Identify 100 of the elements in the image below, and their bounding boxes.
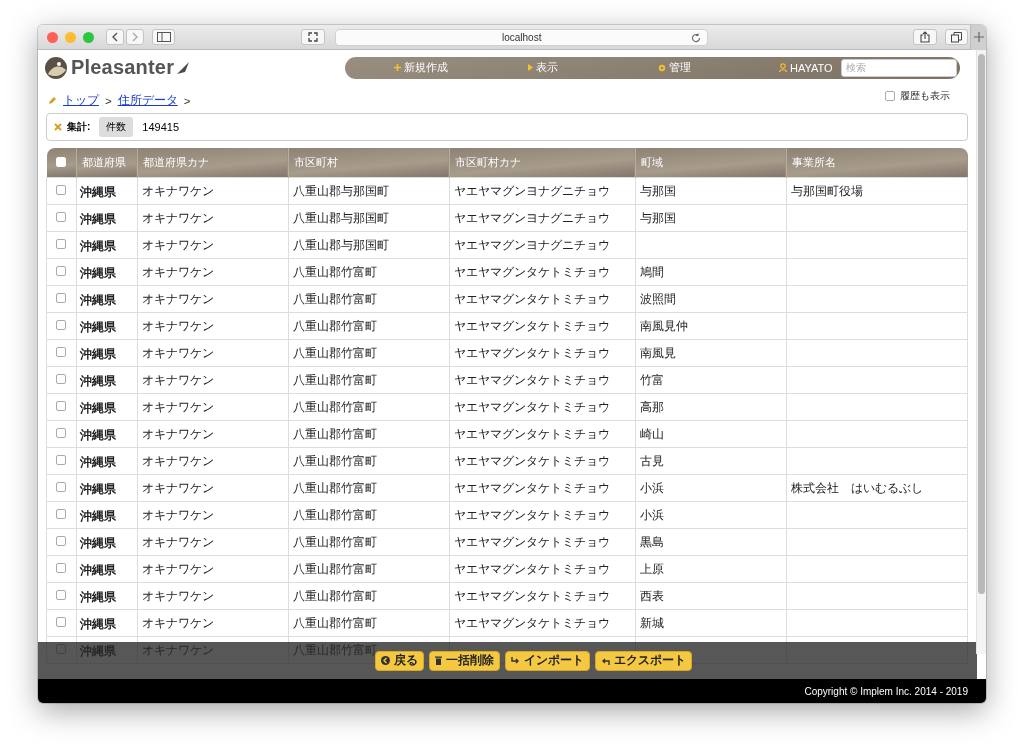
table-cell: 八重山郡竹富町 — [288, 258, 449, 286]
sidebar-button[interactable] — [152, 29, 176, 45]
column-header[interactable]: 事業所名 — [786, 148, 968, 178]
table-cell: 南風見 — [635, 339, 786, 367]
table-cell: オキナワケン — [137, 609, 288, 637]
table-cell: 沖縄県 — [76, 312, 137, 340]
table-cell: 沖縄県 — [76, 420, 137, 448]
table-cell: 沖縄県 — [76, 177, 137, 205]
row-checkbox[interactable] — [56, 239, 67, 249]
logo-text[interactable]: Pleasanter — [71, 56, 175, 79]
row-checkbox[interactable] — [56, 374, 67, 384]
nav-menu-item[interactable]: 管理 — [658, 60, 691, 75]
row-checkbox[interactable] — [56, 617, 67, 627]
share-button[interactable] — [913, 29, 937, 45]
table-cell: オキナワケン — [137, 474, 288, 502]
action-button[interactable]: 一括削除 — [429, 650, 500, 671]
table-cell: ヤエヤマグンタケトミチョウ — [449, 393, 635, 421]
breadcrumb-separator: > — [105, 94, 112, 107]
zoom-icon[interactable] — [83, 31, 94, 43]
table-cell: 新城 — [635, 609, 786, 637]
breadcrumb-link[interactable]: トップ — [63, 93, 99, 108]
table-cell: 沖縄県 — [76, 231, 137, 259]
table-cell: 沖縄県 — [76, 393, 137, 421]
row-checkbox[interactable] — [56, 482, 67, 492]
close-icon[interactable] — [47, 31, 58, 43]
action-button[interactable]: 戻る — [375, 650, 424, 671]
scrollbar-thumb[interactable] — [978, 54, 985, 594]
back-button[interactable] — [106, 29, 124, 45]
tabs-icon — [951, 31, 963, 43]
table-cell: 沖縄県 — [76, 447, 137, 475]
action-button[interactable]: インポート — [505, 650, 590, 671]
column-header[interactable]: 都道府県カナ — [137, 148, 288, 178]
table-cell: 与那国町役場 — [786, 177, 968, 205]
table-cell: 八重山郡竹富町 — [288, 366, 449, 394]
fullscreen-button[interactable] — [301, 29, 325, 45]
table-cell: 八重山郡竹富町 — [288, 609, 449, 637]
count-chip: 件数 — [99, 117, 134, 137]
table-cell: 古見 — [635, 447, 786, 475]
search-field[interactable]: 検索 — [841, 58, 957, 77]
chevron-right-icon — [131, 32, 139, 42]
table-cell: 波照間 — [635, 285, 786, 313]
table-cell: 沖縄県 — [76, 339, 137, 367]
table-cell: ヤエヤマグンタケトミチョウ — [449, 312, 635, 340]
column-header[interactable]: 市区町村カナ — [449, 148, 635, 178]
breadcrumb-link[interactable]: 住所データ — [117, 93, 178, 108]
arrows-icon — [308, 32, 319, 42]
table-cell: オキナワケン — [137, 204, 288, 232]
row-checkbox[interactable] — [56, 563, 67, 573]
row-checkbox[interactable] — [56, 401, 67, 411]
row-checkbox[interactable] — [56, 185, 67, 195]
row-checkbox[interactable] — [56, 536, 67, 546]
table-cell: オキナワケン — [137, 501, 288, 529]
arrow-icon — [511, 656, 520, 665]
table-cell: 八重山郡竹富町 — [288, 501, 449, 529]
table-cell: オキナワケン — [137, 420, 288, 448]
table-cell: オキナワケン — [137, 339, 288, 367]
column-header[interactable]: 市区町村 — [288, 148, 449, 178]
table-cell: 沖縄県 — [76, 582, 137, 610]
table-cell: オキナワケン — [137, 528, 288, 556]
history-label: 履歴も表示 — [900, 89, 950, 103]
table-cell: 崎山 — [635, 420, 786, 448]
row-checkbox[interactable] — [56, 266, 67, 276]
table-cell: ヤエヤマグンタケトミチョウ — [449, 447, 635, 475]
row-checkbox[interactable] — [56, 509, 67, 519]
table-cell: オキナワケン — [137, 447, 288, 475]
nav-menu-item[interactable]: 表示 — [528, 60, 558, 75]
table-cell: オキナワケン — [137, 177, 288, 205]
table-cell: 沖縄県 — [76, 501, 137, 529]
history-checkbox[interactable] — [885, 91, 895, 101]
reload-icon[interactable] — [691, 32, 702, 43]
table-cell: 与那国 — [635, 177, 786, 205]
table-cell: 八重山郡竹富町 — [288, 447, 449, 475]
nav-menu-item[interactable]: HAYATO — [779, 61, 833, 74]
table-cell: 沖縄県 — [76, 204, 137, 232]
action-button[interactable]: エクスポート — [595, 650, 692, 671]
select-all-checkbox[interactable] — [56, 156, 66, 167]
nav-menu-item[interactable]: 新規作成 — [394, 60, 448, 75]
table-cell: 沖縄県 — [76, 285, 137, 313]
table-cell: ヤエヤマグンタケトミチョウ — [449, 555, 635, 583]
row-checkbox[interactable] — [56, 455, 67, 465]
row-checkbox[interactable] — [56, 590, 67, 600]
row-checkbox[interactable] — [56, 293, 67, 303]
row-checkbox[interactable] — [56, 212, 67, 222]
tabs-button[interactable] — [944, 29, 969, 45]
table-cell: 株式会社 はいむるぶし — [786, 474, 968, 502]
table-cell: ヤエヤマグンタケトミチョウ — [449, 528, 635, 556]
table-cell: 沖縄県 — [76, 474, 137, 502]
row-checkbox[interactable] — [56, 320, 67, 330]
row-checkbox[interactable] — [56, 347, 67, 357]
row-checkbox[interactable] — [56, 428, 67, 438]
minimize-icon[interactable] — [65, 31, 76, 43]
table-cell: 竹富 — [635, 366, 786, 394]
scrollbar[interactable] — [976, 50, 986, 654]
column-header[interactable]: 都道府県 — [76, 148, 137, 178]
table-cell: オキナワケン — [137, 393, 288, 421]
column-header[interactable]: 町域 — [635, 148, 786, 178]
settings-icon — [658, 63, 666, 72]
address-bar[interactable]: localhost — [334, 28, 709, 46]
copyright-text: Copyright © Implem Inc. 2014 - 2019 — [804, 685, 968, 697]
trash-icon — [435, 656, 442, 665]
